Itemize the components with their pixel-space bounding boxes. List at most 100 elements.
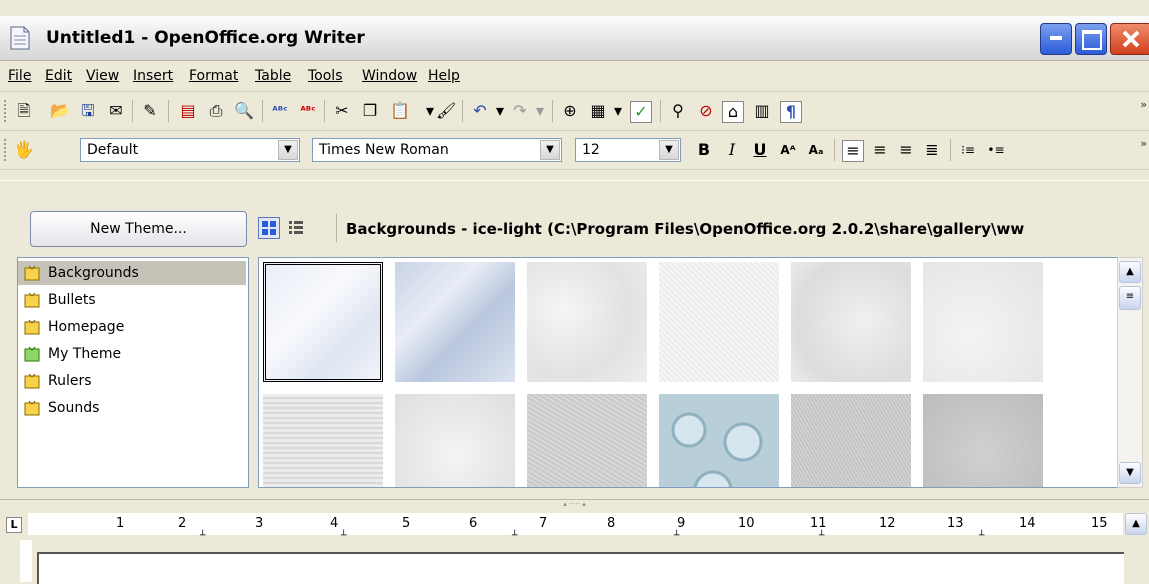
ruler-number: 3 — [255, 516, 264, 531]
background-thumbnail[interactable] — [395, 262, 515, 382]
superscript-icon[interactable]: Aᴬ — [778, 140, 798, 160]
menu-window[interactable]: Window — [362, 68, 417, 84]
find-replace-icon[interactable]: ⚲ — [668, 101, 688, 121]
menu-format[interactable]: Format — [189, 68, 238, 84]
paragraph-style-select[interactable]: Default ▼ — [80, 138, 300, 162]
open-folder-icon[interactable]: 📂 — [50, 101, 70, 121]
print-icon[interactable]: ⎙ — [206, 101, 226, 121]
clone-formatting-icon[interactable]: 🖌 — [436, 101, 456, 121]
italic-icon[interactable]: I — [722, 140, 742, 160]
bullets-icon[interactable]: •≡ — [986, 140, 1006, 160]
theme-item-rulers[interactable]: Rulers — [18, 369, 246, 393]
theme-item-my-theme[interactable]: My Theme — [18, 342, 246, 366]
background-thumbnail[interactable] — [791, 262, 911, 382]
edit-file-icon[interactable]: ✎ — [140, 101, 160, 121]
subscript-icon[interactable]: Aₐ — [806, 140, 826, 160]
theme-item-bullets[interactable]: Bullets — [18, 288, 246, 312]
standard-toolbar: 🗎 📂 🖫 ✉ ✎ ▤ ⎙ 🔍 ᴬᴮᶜ ᴬᴮᶜ ✂ ❐ 📋 ▾ 🖌 ↶ ▾ ↷ … — [0, 92, 1149, 131]
chevron-down-icon[interactable]: ▼ — [540, 140, 560, 160]
spellcheck-icon[interactable]: ᴬᴮᶜ — [270, 101, 290, 121]
document-page[interactable] — [37, 552, 1124, 584]
document-area — [0, 540, 1149, 584]
gallery-scrollbar[interactable]: ▲ ≡ ▼ — [1117, 257, 1143, 488]
background-thumbnail[interactable] — [923, 394, 1043, 487]
toolbar-overflow-icon[interactable]: » — [1140, 98, 1147, 111]
styles-formatting-icon[interactable]: 🖐 — [14, 140, 34, 160]
background-thumbnail[interactable] — [527, 262, 647, 382]
minimize-button[interactable] — [1040, 23, 1072, 55]
hyperlink-icon[interactable]: ⊕ — [560, 101, 580, 121]
menu-tools[interactable]: Tools — [308, 68, 343, 84]
page-preview-icon[interactable]: 🔍 — [234, 101, 254, 121]
doc-scroll-up-button[interactable]: ▲ — [1125, 513, 1147, 535]
background-thumbnail[interactable] — [791, 394, 911, 487]
undo-icon[interactable]: ↶ — [470, 101, 490, 121]
chevron-down-icon[interactable]: ▼ — [659, 140, 679, 160]
show-draw-functions-icon[interactable]: ✓ — [630, 101, 652, 123]
align-left-icon[interactable]: ≡ — [842, 140, 864, 162]
tab-stop-type-icon[interactable]: L — [6, 517, 22, 533]
theme-item-homepage[interactable]: Homepage — [18, 315, 246, 339]
new-theme-button[interactable]: New Theme... — [30, 211, 247, 247]
background-thumbnail[interactable] — [263, 262, 383, 382]
background-thumbnail[interactable] — [659, 262, 779, 382]
save-icon[interactable]: 🖫 — [78, 101, 98, 121]
toolbar-grip-format[interactable] — [4, 139, 9, 161]
formatting-marks-icon[interactable]: ¶ — [780, 101, 802, 123]
formatting-toolbar: 🖐 Default ▼ Times New Roman ▼ 12 ▼ B I U… — [0, 131, 1149, 170]
background-thumbnail[interactable] — [923, 262, 1043, 382]
redo-icon[interactable]: ↷ — [510, 101, 530, 121]
align-center-icon[interactable]: ≡ — [870, 140, 890, 160]
scroll-down-button[interactable]: ▼ — [1119, 462, 1141, 484]
ruler-number: 9 — [677, 516, 686, 531]
table-icon[interactable]: ▦ — [588, 101, 608, 121]
theme-item-sounds[interactable]: Sounds — [18, 396, 246, 420]
horizontal-ruler: L 1 2 3 4 5 6 7 8 9 10 11 12 13 14 15 ┴ … — [0, 507, 1149, 541]
toolbar-overflow-icon[interactable]: » — [1140, 137, 1147, 150]
maximize-button[interactable] — [1075, 23, 1107, 55]
icon-view-button[interactable] — [258, 217, 280, 239]
email-icon[interactable]: ✉ — [106, 101, 126, 121]
copy-icon[interactable]: ❐ — [360, 101, 380, 121]
align-right-icon[interactable]: ≡ — [896, 140, 916, 160]
numbering-icon[interactable]: ⁝≡ — [958, 140, 978, 160]
scroll-up-button[interactable]: ▲ — [1119, 261, 1141, 283]
background-thumbnail[interactable] — [659, 394, 779, 487]
menu-view[interactable]: View — [86, 68, 119, 84]
menu-file[interactable]: File — [8, 68, 31, 84]
gallery-icon[interactable]: ⌂ — [722, 101, 744, 123]
theme-item-backgrounds[interactable]: Backgrounds — [18, 261, 246, 285]
navigator-icon[interactable]: ⊘ — [696, 101, 716, 121]
close-button[interactable] — [1110, 23, 1149, 55]
redo-dropdown-icon[interactable]: ▾ — [530, 101, 550, 121]
menu-help[interactable]: Help — [428, 68, 460, 84]
undo-dropdown-icon[interactable]: ▾ — [490, 101, 510, 121]
new-document-icon[interactable]: 🗎 — [14, 101, 34, 121]
minimize-icon — [1050, 36, 1062, 40]
underline-icon[interactable]: U — [750, 140, 770, 160]
menu-table[interactable]: Table — [255, 68, 291, 84]
data-sources-icon[interactable]: ▥ — [752, 101, 772, 121]
paste-icon[interactable]: 📋 — [390, 101, 410, 121]
chevron-down-icon[interactable]: ▼ — [278, 140, 298, 160]
theme-label: Bullets — [48, 292, 96, 308]
font-name-select[interactable]: Times New Roman ▼ — [312, 138, 562, 162]
toolbar-grip[interactable] — [4, 100, 9, 122]
autospellcheck-icon[interactable]: ᴬᴮᶜ — [298, 101, 318, 121]
justify-icon[interactable]: ≣ — [922, 140, 942, 160]
scroll-thumb[interactable]: ≡ — [1119, 286, 1141, 310]
menu-edit[interactable]: Edit — [45, 68, 72, 84]
theme-list[interactable]: Backgrounds Bullets Homepage My Theme Ru… — [17, 257, 249, 488]
background-thumbnail[interactable] — [263, 394, 383, 487]
gallery-thumbnails — [258, 257, 1118, 488]
background-thumbnail[interactable] — [527, 394, 647, 487]
cut-icon[interactable]: ✂ — [332, 101, 352, 121]
menu-insert[interactable]: Insert — [133, 68, 173, 84]
bold-icon[interactable]: B — [694, 140, 714, 160]
background-thumbnail[interactable] — [395, 394, 515, 487]
detailed-view-button[interactable] — [285, 217, 307, 239]
table-dropdown-icon[interactable]: ▾ — [608, 101, 628, 121]
ruler-scale[interactable]: 1 2 3 4 5 6 7 8 9 10 11 12 13 14 15 ┴ ┴ … — [28, 513, 1123, 541]
font-size-select[interactable]: 12 ▼ — [575, 138, 681, 162]
export-pdf-icon[interactable]: ▤ — [178, 101, 198, 121]
